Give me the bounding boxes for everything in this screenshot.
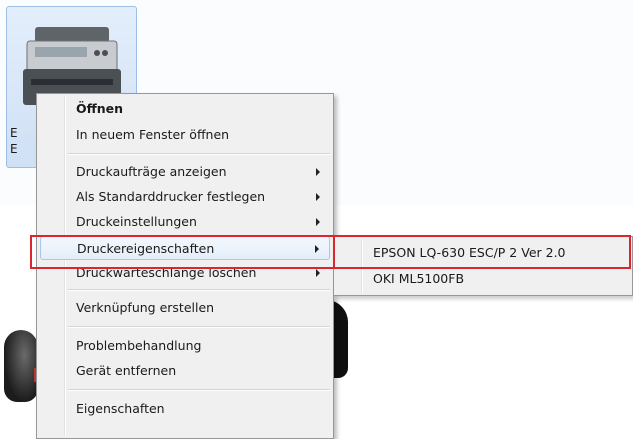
menu-item-set-default-printer[interactable]: Als Standarddrucker festlegen — [40, 185, 330, 209]
device-tile-label: E E — [10, 126, 18, 156]
printer-properties-submenu: EPSON LQ-630 ESC/P 2 Ver 2.0 OKI ML5100F… — [333, 236, 633, 296]
menu-item-create-shortcut[interactable]: Verknüpfung erstellen — [40, 296, 330, 320]
context-menu: Öffnen In neuem Fenster öffnen Druckauft… — [36, 93, 334, 439]
menu-item-remove-device[interactable]: Gerät entfernen — [40, 359, 330, 383]
menu-item-printing-preferences[interactable]: Druckeinstellungen — [40, 210, 330, 234]
menu-item-troubleshoot[interactable]: Problembehandlung — [40, 334, 330, 358]
submenu-arrow-icon — [316, 218, 320, 226]
menu-separator — [68, 153, 330, 155]
menu-separator — [68, 326, 330, 328]
submenu-arrow-icon — [316, 193, 320, 201]
menu-separator — [68, 289, 330, 291]
submenu-arrow-icon — [316, 168, 320, 176]
menu-item-properties[interactable]: Eigenschaften — [40, 397, 330, 421]
menu-separator — [68, 389, 330, 391]
menu-item-printer-properties[interactable]: Druckereigenschaften — [40, 236, 330, 260]
menu-item-open-new-window[interactable]: In neuem Fenster öffnen — [40, 123, 330, 147]
submenu-arrow-icon — [316, 269, 320, 277]
mouse-device-icon — [4, 330, 38, 402]
menu-item-clear-print-queue[interactable]: Druckwarteschlange löschen — [40, 261, 330, 285]
menu-item-open[interactable]: Öffnen — [40, 97, 330, 121]
submenu-arrow-icon — [315, 245, 319, 253]
submenu-item-oki[interactable]: OKI ML5100FB — [337, 267, 629, 291]
menu-item-show-print-jobs[interactable]: Druckaufträge anzeigen — [40, 160, 330, 184]
submenu-item-epson[interactable]: EPSON LQ-630 ESC/P 2 Ver 2.0 — [337, 241, 629, 265]
